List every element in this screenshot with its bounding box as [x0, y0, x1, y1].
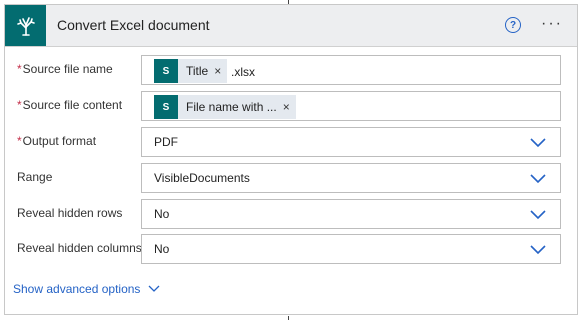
flow-connector-bottom [288, 316, 289, 320]
output-format-label: *Output format [17, 134, 97, 148]
reveal-hidden-rows-value: No [154, 207, 170, 221]
row-source-file-name: *Source file name S Title × .xlsx [5, 55, 577, 87]
remove-token-icon[interactable]: × [283, 100, 290, 114]
more-options-icon[interactable]: ··· [541, 15, 563, 33]
output-format-dropdown[interactable]: PDF [141, 127, 561, 157]
sharepoint-token-icon: S [154, 59, 178, 83]
source-file-name-input[interactable]: S Title × .xlsx [141, 55, 561, 85]
card-title: Convert Excel document [57, 17, 210, 33]
reveal-hidden-rows-dropdown[interactable]: No [141, 199, 561, 229]
source-file-content-input[interactable]: S File name with ... × [141, 91, 561, 121]
source-file-content-label: *Source file content [17, 98, 123, 112]
required-marker: * [17, 62, 22, 76]
range-dropdown[interactable]: VisibleDocuments [141, 163, 561, 193]
reveal-hidden-columns-label: Reveal hidden columns [17, 241, 142, 255]
card-header[interactable]: Convert Excel document ? ··· [5, 5, 577, 47]
chevron-down-icon[interactable] [530, 208, 546, 220]
chevron-down-icon[interactable] [530, 243, 546, 255]
file-name-token[interactable]: S File name with ... × [154, 95, 296, 119]
token-label: File name with ... [186, 100, 277, 114]
sharepoint-token-icon: S [154, 95, 178, 119]
required-marker: * [17, 134, 22, 148]
file-extension-text: .xlsx [231, 65, 255, 79]
chevron-down-icon[interactable] [530, 136, 546, 148]
range-label: Range [17, 170, 53, 184]
row-output-format: *Output format PDF [5, 127, 577, 159]
row-reveal-hidden-rows: Reveal hidden rows No [5, 199, 577, 231]
source-file-name-label: *Source file name [17, 62, 113, 76]
title-token[interactable]: S Title × [154, 59, 228, 83]
chevron-down-icon[interactable] [530, 172, 546, 184]
show-advanced-options-link[interactable]: Show advanced options [13, 282, 160, 296]
advanced-options-label: Show advanced options [13, 282, 141, 296]
token-label: Title [186, 64, 209, 78]
output-format-value: PDF [154, 135, 178, 149]
row-reveal-hidden-columns: Reveal hidden columns No [5, 234, 577, 266]
sharepoint-tree-icon [5, 5, 46, 46]
reveal-hidden-columns-dropdown[interactable]: No [141, 234, 561, 264]
required-marker: * [17, 98, 22, 112]
action-card: Convert Excel document ? ··· *Source fil… [4, 4, 578, 315]
chevron-down-icon [148, 285, 160, 292]
row-source-file-content: *Source file content S File name with ..… [5, 91, 577, 123]
reveal-hidden-rows-label: Reveal hidden rows [17, 206, 123, 220]
row-range: Range VisibleDocuments [5, 163, 577, 195]
help-icon[interactable]: ? [505, 17, 521, 33]
remove-token-icon[interactable]: × [214, 64, 221, 78]
reveal-hidden-columns-value: No [154, 242, 170, 256]
range-value: VisibleDocuments [154, 171, 250, 185]
